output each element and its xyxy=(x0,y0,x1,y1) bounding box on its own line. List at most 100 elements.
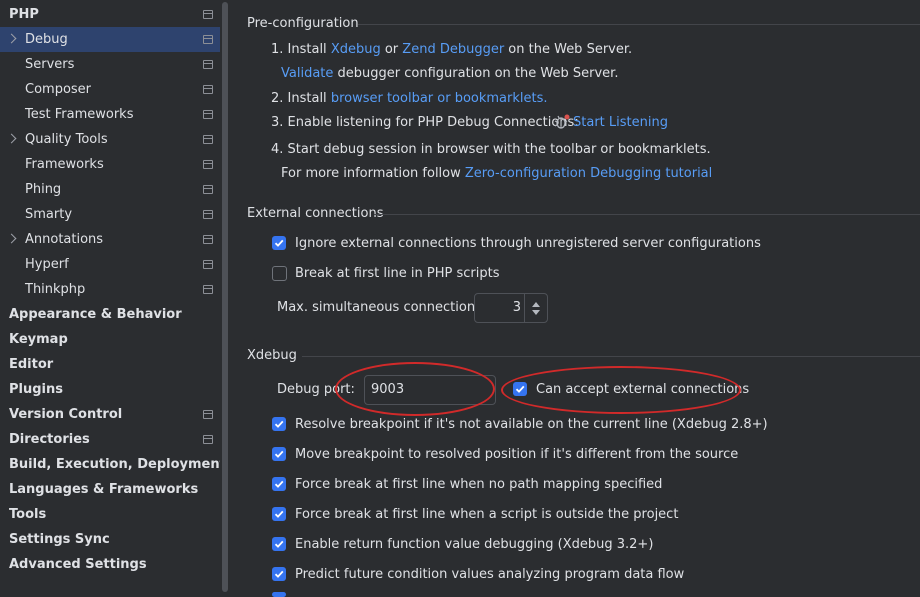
sidebar-item-label: Build, Execution, Deployment xyxy=(9,457,226,472)
sidebar-item-php[interactable]: PHP xyxy=(0,2,220,27)
xdebug-option-checkbox[interactable] xyxy=(272,537,286,551)
sidebar-item-label: Languages & Frameworks xyxy=(9,482,199,497)
sidebar-item-quality-tools[interactable]: Quality Tools xyxy=(0,127,220,152)
chevron-right-icon[interactable] xyxy=(6,133,17,144)
project-scope-icon xyxy=(203,160,213,169)
browser-toolbar-link[interactable]: browser toolbar or bookmarklets. xyxy=(331,91,548,106)
xdebug-option-checkbox[interactable] xyxy=(272,447,286,461)
project-scope-icon xyxy=(203,285,213,294)
sidebar-item-languages-frameworks[interactable]: Languages & Frameworks xyxy=(0,477,220,502)
sidebar-scrollbar-thumb[interactable] xyxy=(222,2,228,592)
project-scope-icon xyxy=(203,235,213,244)
project-scope-icon xyxy=(203,185,213,194)
preconfig-title: Pre-configuration xyxy=(247,16,359,31)
sidebar-item-label: Hyperf xyxy=(25,257,69,272)
project-scope-icon xyxy=(203,210,213,219)
step1-suffix: on the Web Server. xyxy=(504,42,633,57)
chevron-right-icon[interactable] xyxy=(6,33,17,44)
sidebar-item-thinkphp[interactable]: Thinkphp xyxy=(0,277,220,302)
validate-link[interactable]: Validate xyxy=(281,66,333,81)
sidebar-item-frameworks[interactable]: Frameworks xyxy=(0,152,220,177)
sidebar-item-advanced-settings[interactable]: Advanced Settings xyxy=(0,552,220,577)
max-connections-spinner[interactable]: 3 xyxy=(474,293,548,323)
spinner-divider xyxy=(524,294,525,322)
sidebar-item-label: Phing xyxy=(25,182,62,197)
sidebar-item-label: Version Control xyxy=(9,407,123,422)
chevron-right-icon[interactable] xyxy=(6,233,17,244)
ignore-external-checkbox[interactable] xyxy=(272,236,286,250)
xdebug-title: Xdebug xyxy=(247,348,297,363)
sidebar-item-hyperf[interactable]: Hyperf xyxy=(0,252,220,277)
sidebar-item-label: Settings Sync xyxy=(9,532,110,547)
project-scope-icon xyxy=(203,260,213,269)
sidebar-item-label: Test Frameworks xyxy=(25,107,134,122)
more-info-prefix: For more information follow xyxy=(281,166,465,181)
section-separator xyxy=(302,356,920,357)
sidebar-item-test-frameworks[interactable]: Test Frameworks xyxy=(0,102,220,127)
sidebar-item-label: Advanced Settings xyxy=(9,557,147,572)
spinner-down-icon[interactable] xyxy=(532,310,540,315)
sidebar-item-phing[interactable]: Phing xyxy=(0,177,220,202)
sidebar-item-label: Quality Tools xyxy=(25,132,108,147)
debug-settings-panel: Pre-configuration 1. Install Xdebug or Z… xyxy=(230,0,920,597)
project-scope-icon xyxy=(203,135,213,144)
sidebar-item-version-control[interactable]: Version Control xyxy=(0,402,220,427)
sidebar-item-appearance-behavior[interactable]: Appearance & Behavior xyxy=(0,302,220,327)
xdebug-option-label[interactable]: Move breakpoint to resolved position if … xyxy=(295,447,738,462)
next-option-checkbox-partial[interactable] xyxy=(272,592,286,597)
zend-debugger-link[interactable]: Zend Debugger xyxy=(402,42,504,57)
sidebar-item-editor[interactable]: Editor xyxy=(0,352,220,377)
project-scope-icon xyxy=(203,85,213,94)
xdebug-option-label[interactable]: Enable return function value debugging (… xyxy=(295,537,653,552)
xdebug-link[interactable]: Xdebug xyxy=(331,42,381,57)
zero-config-tutorial-link[interactable]: Zero-configuration Debugging tutorial xyxy=(465,166,712,181)
start-listening-link[interactable]: Start Listening xyxy=(573,115,668,130)
sidebar-item-label: Annotations xyxy=(25,232,104,247)
sidebar-item-directories[interactable]: Directories xyxy=(0,427,220,452)
project-scope-icon xyxy=(203,110,213,119)
sidebar-item-label: Appearance & Behavior xyxy=(9,307,182,322)
settings-sidebar: PHP Debug Servers Composer Test Frameworks Qu… xyxy=(0,0,226,597)
spinner-up-icon[interactable] xyxy=(532,302,540,307)
sidebar-item-debug[interactable]: Debug xyxy=(0,27,220,52)
project-scope-icon xyxy=(203,10,213,19)
section-separator xyxy=(374,214,920,215)
sidebar-item-label: Servers xyxy=(25,57,75,72)
project-scope-icon xyxy=(203,435,213,444)
break-first-line-label[interactable]: Break at first line in PHP scripts xyxy=(295,266,500,281)
bug-listen-icon xyxy=(554,114,570,134)
xdebug-option-label[interactable]: Predict future condition values analyzin… xyxy=(295,567,684,582)
sidebar-item-label: Tools xyxy=(9,507,47,522)
max-connections-value[interactable]: 3 xyxy=(513,300,521,315)
sidebar-item-annotations[interactable]: Annotations xyxy=(0,227,220,252)
xdebug-option-label[interactable]: Force break at first line when no path m… xyxy=(295,477,662,492)
preconfig-validate: Validate debugger configuration on the W… xyxy=(281,66,618,81)
xdebug-option-checkbox[interactable] xyxy=(272,507,286,521)
sidebar-item-label: Editor xyxy=(9,357,54,372)
sidebar-item-plugins[interactable]: Plugins xyxy=(0,377,220,402)
sidebar-item-tools[interactable]: Tools xyxy=(0,502,220,527)
xdebug-option-checkbox[interactable] xyxy=(272,477,286,491)
sidebar-item-label: Frameworks xyxy=(25,157,104,172)
sidebar-item-smarty[interactable]: Smarty xyxy=(0,202,220,227)
xdebug-option-checkbox[interactable] xyxy=(272,417,286,431)
preconfig-step2: 2. Install browser toolbar or bookmarkle… xyxy=(271,91,548,106)
sidebar-item-settings-sync[interactable]: Settings Sync xyxy=(0,527,220,552)
sidebar-item-build-execution-deployment[interactable]: Build, Execution, Deployment xyxy=(0,452,226,477)
xdebug-option-checkbox[interactable] xyxy=(272,567,286,581)
xdebug-option-label[interactable]: Force break at first line when a script … xyxy=(295,507,678,522)
sidebar-item-label: Smarty xyxy=(25,207,73,222)
sidebar-item-composer[interactable]: Composer xyxy=(0,77,220,102)
external-connections-title: External connections xyxy=(247,206,384,221)
ignore-external-label[interactable]: Ignore external connections through unre… xyxy=(295,236,761,251)
sidebar-item-label: Plugins xyxy=(9,382,63,397)
break-first-line-checkbox[interactable] xyxy=(272,266,287,281)
sidebar-item-servers[interactable]: Servers xyxy=(0,52,220,77)
preconfig-step4: 4. Start debug session in browser with t… xyxy=(271,142,711,157)
preconfig-step1: 1. Install Xdebug or Zend Debugger on th… xyxy=(271,42,632,57)
validate-suffix: debugger configuration on the Web Server… xyxy=(333,66,619,81)
sidebar-item-keymap[interactable]: Keymap xyxy=(0,327,220,352)
xdebug-option-label[interactable]: Resolve breakpoint if it's not available… xyxy=(295,417,768,432)
sidebar-item-label: Composer xyxy=(25,82,92,97)
section-separator xyxy=(358,24,920,25)
